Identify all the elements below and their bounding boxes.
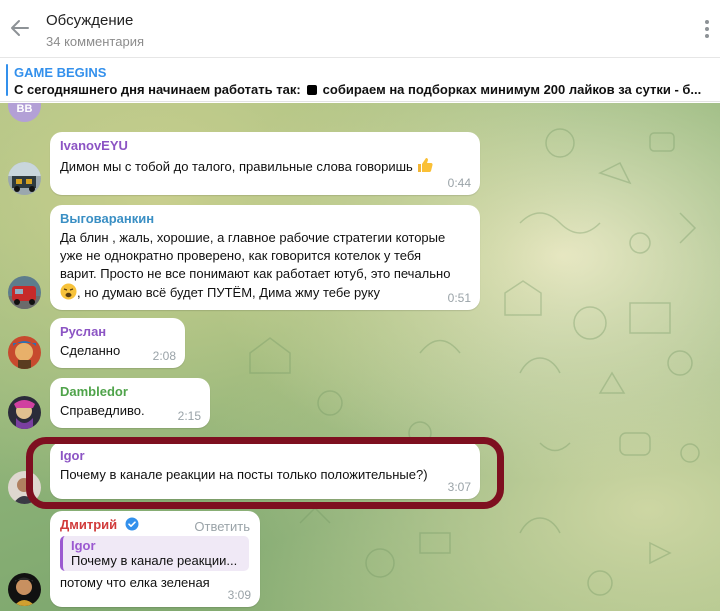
message-time: 3:09	[227, 588, 251, 602]
message-text-content: Димон мы с тобой до талого, правильные с…	[60, 159, 413, 174]
avatar[interactable]	[8, 396, 41, 429]
sender-name[interactable]: IvanovEYU	[60, 138, 470, 153]
reply-button[interactable]: Ответить	[194, 519, 250, 534]
message-text: Димон мы с тобой до талого, правильные с…	[60, 156, 470, 176]
avatar-image	[8, 396, 41, 429]
message-bubble[interactable]: Выговаранкин Да блин , жаль, хорошие, а …	[50, 205, 480, 310]
message-text-line: уже не однократно проверено, как говорит…	[60, 248, 422, 263]
highlight-annotation-ring	[26, 437, 504, 509]
pinned-message[interactable]: GAME BEGINS С сегодняшнего дня начинаем …	[0, 58, 720, 102]
avatar-initials: BB	[16, 103, 33, 115]
message-bubble[interactable]: Dambledor Справедливо. 2:15	[50, 378, 210, 428]
quoted-text: Почему в канале реакции...	[71, 553, 238, 568]
chat-title: Обсуждение	[46, 12, 134, 29]
avatar[interactable]	[8, 573, 41, 606]
black-square-emoji	[306, 85, 317, 95]
avatar-image	[8, 336, 41, 369]
message-bubble[interactable]: Руслан Сделанно 2:08	[50, 318, 185, 368]
chat-header: Обсуждение 34 комментария	[0, 0, 720, 58]
pinned-accent-bar	[6, 64, 8, 96]
back-arrow-icon[interactable]	[8, 16, 32, 40]
message-text-content: , но думаю всё будет ПУТЁМ, Дима жму теб…	[77, 285, 380, 300]
avatar-image	[8, 162, 41, 195]
avatar-image	[8, 573, 41, 606]
chat-area[interactable]: BB IvanovEYU Димон мы с тобой до талого,…	[0, 103, 720, 611]
message-text-line: варит. Просто не все понимают как работа…	[60, 266, 451, 281]
weary-face-emoji	[60, 283, 77, 300]
sender-name[interactable]: Выговаранкин	[60, 211, 470, 226]
message-bubble[interactable]: IvanovEYU Димон мы с тобой до талого, пр…	[50, 132, 480, 195]
message-time: 2:15	[177, 409, 201, 423]
message-text: потому что елка зеленая	[60, 575, 210, 590]
thumbs-up-emoji	[418, 158, 433, 172]
avatar[interactable]	[8, 276, 41, 309]
sender-name[interactable]: Dambledor	[60, 384, 200, 399]
message-time: 2:08	[152, 349, 176, 363]
pinned-title: GAME BEGINS	[14, 65, 107, 80]
more-options-icon[interactable]	[700, 18, 714, 40]
avatar-image	[8, 276, 41, 309]
message-text-line: , но думаю всё будет ПУТЁМ, Дима жму теб…	[60, 283, 470, 302]
message-bubble[interactable]: Дмитрий Ответить Igor Почему в канале ре…	[50, 511, 260, 607]
comments-count: 34 комментария	[46, 34, 144, 49]
pinned-text-part2: собираем на подборках минимум 200 лайков…	[322, 82, 702, 97]
quoted-sender-name: Igor	[71, 538, 96, 553]
sender-name[interactable]: Дмитрий	[60, 517, 117, 532]
avatar[interactable]	[8, 162, 41, 195]
pinned-text: С сегодняшнего дня начинаем работать так…	[14, 82, 719, 97]
quoted-reply[interactable]: Igor Почему в канале реакции...	[60, 536, 249, 571]
avatar[interactable]	[8, 336, 41, 369]
message-time: 0:44	[447, 176, 471, 190]
pinned-text-part1: С сегодняшнего дня начинаем работать так…	[14, 82, 301, 97]
sender-name[interactable]: Руслан	[60, 324, 175, 339]
message-time: 0:51	[447, 291, 471, 305]
verified-badge-icon	[125, 517, 139, 531]
message-text-line: Да блин , жаль, хорошие, а главное рабоч…	[60, 230, 446, 245]
